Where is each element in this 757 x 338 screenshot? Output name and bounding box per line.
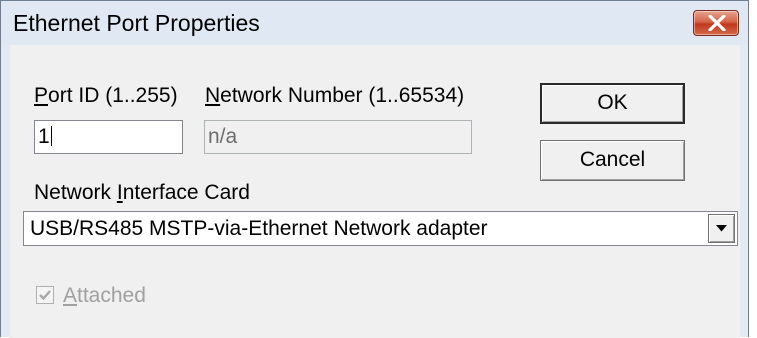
network-number-input: n/a [204, 120, 472, 154]
checkmark-icon [39, 290, 51, 301]
network-number-label: Network Number (1..65534) [205, 84, 465, 107]
attached-checkbox [36, 286, 54, 304]
close-icon [708, 15, 726, 31]
network-interface-card-label: Network Interface Card [34, 181, 250, 204]
port-id-value: 1 [38, 125, 50, 148]
ok-button[interactable]: OK [540, 83, 685, 124]
title-bar[interactable]: Ethernet Port Properties [1, 1, 748, 45]
network-interface-card-value: USB/RS485 MSTP-via-Ethernet Network adap… [30, 217, 488, 240]
window-title: Ethernet Port Properties [13, 10, 260, 36]
close-button[interactable] [693, 10, 739, 36]
cancel-button[interactable]: Cancel [540, 140, 685, 181]
dropdown-button[interactable] [708, 214, 735, 243]
attached-label: Attached [63, 284, 146, 307]
network-number-value: n/a [208, 125, 238, 148]
ethernet-port-properties-dialog: Ethernet Port Properties Port ID (1..255… [0, 0, 749, 338]
dialog-body: Port ID (1..255) 1 Network Number (1..65… [10, 45, 740, 338]
port-id-input[interactable]: 1 [34, 120, 183, 154]
text-caret [50, 126, 52, 146]
chevron-down-icon [716, 225, 727, 232]
network-interface-card-select[interactable]: USB/RS485 MSTP-via-Ethernet Network adap… [23, 211, 738, 246]
port-id-label: Port ID (1..255) [34, 84, 178, 107]
